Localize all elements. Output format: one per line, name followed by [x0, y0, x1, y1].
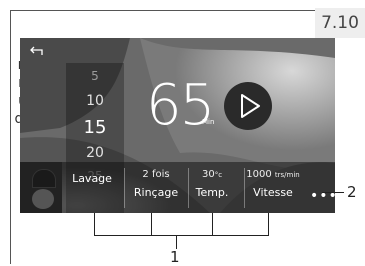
- param-value: 30°c: [180, 168, 244, 182]
- callout-bracket: [94, 235, 269, 236]
- wheel-value: 5: [91, 69, 99, 83]
- speed-value: 1000: [246, 169, 272, 180]
- more-dots-icon[interactable]: •••: [310, 188, 335, 204]
- param-lavage[interactable]: Lavage: [60, 168, 124, 187]
- param-temp[interactable]: 30°c Temp.: [180, 168, 244, 201]
- appliance-screen: 5 10 15 20 25 65 Min Lavage 2 fois Rinça…: [20, 38, 335, 213]
- param-label: Rinçage: [133, 186, 179, 199]
- callout-number-1: 1: [170, 248, 180, 266]
- duration-unit: Min: [202, 118, 215, 126]
- section-number: 7.10: [315, 8, 365, 38]
- callout-leader: [176, 235, 177, 249]
- duration-value: 65: [146, 73, 215, 138]
- callout-leader: [94, 213, 95, 235]
- temp-value: 30: [201, 169, 215, 180]
- param-label: Vitesse: [253, 186, 293, 199]
- temp-unit: °c: [214, 171, 223, 179]
- speed-unit: trs/min: [274, 171, 300, 179]
- callout-leader: [322, 192, 344, 193]
- callout-leader: [151, 213, 152, 235]
- callout-leader: [268, 213, 269, 235]
- param-value: 2 fois: [142, 169, 170, 180]
- param-label: Temp.: [195, 186, 229, 199]
- play-icon: [241, 94, 260, 118]
- wheel-value: 10: [86, 93, 104, 109]
- toggle-knob: [32, 189, 54, 209]
- play-button[interactable]: [224, 82, 272, 130]
- top-rule: [10, 10, 315, 11]
- param-rincage[interactable]: 2 fois Rinçage: [124, 168, 188, 201]
- param-vitesse[interactable]: 1000 trs/min Vitesse: [238, 168, 308, 201]
- callout-leader: [212, 213, 213, 235]
- toggle-switch-icon: [32, 169, 56, 188]
- param-label: Lavage: [72, 172, 112, 185]
- wheel-value: 20: [86, 145, 104, 161]
- toggle-switch[interactable]: [20, 162, 62, 213]
- back-arrow-icon[interactable]: [30, 46, 44, 56]
- wheel-value-selected: 15: [83, 117, 107, 138]
- callout-number-2: 2: [347, 183, 357, 201]
- param-value: 1000 trs/min: [238, 168, 308, 182]
